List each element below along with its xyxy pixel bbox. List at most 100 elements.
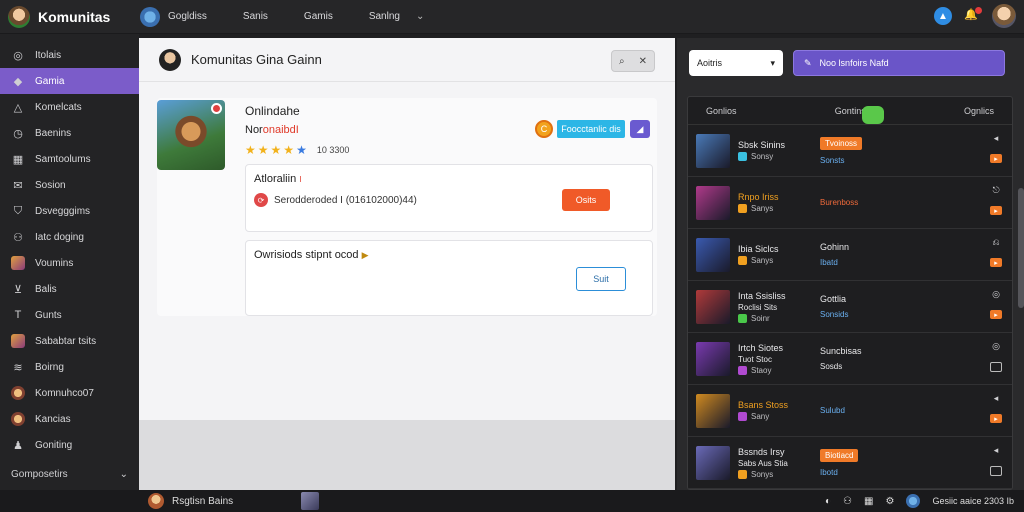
topnav-item-2[interactable]: Sanis	[243, 11, 268, 22]
brand[interactable]: Komunitas	[0, 5, 140, 28]
game-thumbnail[interactable]	[696, 237, 730, 272]
action-button[interactable]: ✎ Noo lsnfoirs Nafd	[793, 50, 1005, 76]
status-text: Burenboss	[820, 198, 859, 207]
status-badge[interactable]: Tvoinoss	[820, 136, 863, 150]
list-header-col[interactable]: Gonlios	[706, 106, 737, 116]
game-thumbnail[interactable]	[696, 393, 730, 428]
share-icon[interactable]: ◎	[992, 341, 1000, 352]
sidebar-item-8[interactable]: Voumins	[0, 250, 139, 276]
game-sub-text: Staoy	[751, 365, 772, 375]
bell-icon[interactable]: 🔔	[964, 7, 982, 24]
activity-title: Atloraliin I	[254, 173, 301, 185]
sidebar-item-6[interactable]: ⛉ Dsvegggims	[0, 198, 139, 224]
scrollbar[interactable]	[1018, 188, 1024, 308]
sidebar-item-label: Gamia	[35, 75, 65, 87]
options-button[interactable]: Suit	[576, 267, 626, 291]
sidebar-item-4[interactable]: ▦ Samtoolums	[0, 146, 139, 172]
filter-select-label: Aoitris	[697, 58, 723, 68]
game-thumbnail[interactable]	[696, 445, 730, 480]
share-icon[interactable]: ◂	[994, 133, 999, 144]
help-icon[interactable]: ◐	[825, 496, 831, 507]
game-thumbnail[interactable]	[696, 185, 730, 220]
game-name: Bsans Stoss	[738, 400, 789, 410]
share-icon[interactable]: ◎	[992, 289, 1000, 300]
window-icon[interactable]	[990, 362, 1002, 372]
topnav-item-4[interactable]: Sanlng	[369, 11, 400, 22]
play-icon[interactable]: ▸	[990, 414, 1002, 423]
list-item[interactable]: Bssnds Irsy Sabs Aus Stia Sonys Biotiacd Ibo…	[688, 437, 1012, 489]
game-thumbnail[interactable]	[696, 341, 730, 376]
list-item[interactable]: Ibia Siclcs Sanys Gohinn Ibatd ⎌ ▸	[688, 229, 1012, 281]
share-button[interactable]: ◢	[630, 120, 650, 138]
sidebar-item-2[interactable]: △ Komelcats	[0, 94, 139, 120]
activity-row: ⟳ Serodderoded I (016102000)44)	[254, 193, 417, 207]
list-item[interactable]: Sbsk Sinins Sonsy Tvoinoss Sonsts ◂ ▸	[688, 125, 1012, 177]
status-subtext: Sosds	[820, 362, 843, 371]
sidebar-item-0[interactable]: ◎ Itolais	[0, 42, 139, 68]
cta-button[interactable]: Foocctanlic dis	[557, 120, 625, 138]
play-icon[interactable]: ▸	[990, 206, 1002, 215]
list-item[interactable]: Bsans Stoss Sany Sulubd ◂ ▸	[688, 385, 1012, 437]
topnav-item-1[interactable]: Gogldiss	[168, 11, 207, 22]
settings-icon[interactable]: ⚙	[885, 496, 894, 507]
bottom-avatar[interactable]	[148, 493, 164, 509]
sidebar-footer-label: Gomposetirs	[11, 469, 68, 480]
people-icon[interactable]: ⚇	[843, 496, 852, 507]
right-panel: Aoitris ▾ ✎ Noo lsnfoirs Nafd Gonlios Go…	[677, 38, 1024, 490]
row-actions: ◂ ▸	[990, 133, 1002, 163]
sidebar-item-9[interactable]: ⊻ Balis	[0, 276, 139, 302]
sidebar-item-14[interactable]: Kancias	[0, 406, 139, 432]
sidebar-item-13[interactable]: Komnuhco07	[0, 380, 139, 406]
coin-icon[interactable]: C	[535, 120, 553, 138]
user-avatar[interactable]	[992, 4, 1016, 28]
window-icon[interactable]	[990, 466, 1002, 476]
sidebar-item-1[interactable]: ◆ Gamia	[0, 68, 139, 94]
community-avatar[interactable]	[159, 48, 181, 71]
compass-icon: ◎	[13, 49, 23, 62]
game-name-secondary: Tuot Stoc	[738, 354, 772, 364]
list-rows: Sbsk Sinins Sonsy Tvoinoss Sonsts ◂ ▸ Rnpo Iri…	[688, 125, 1012, 489]
rating-text: 10 3300	[316, 145, 350, 155]
right-toolbar: Aoitris ▾ ✎ Noo lsnfoirs Nafd	[677, 38, 1024, 88]
main-header: Komunitas Gina Gainn ⌕ ✕	[139, 38, 675, 82]
grid-icon[interactable]: ▦	[864, 496, 873, 507]
brand-name: Komunitas	[38, 8, 111, 25]
globe-icon[interactable]	[906, 494, 921, 508]
list-item[interactable]: Irtch Siotes Tuot Stoc Staoy Suncbisas Sosds…	[688, 333, 1012, 385]
top-nav: Gogldiss Sanis Gamis Sanlng ⌄	[140, 6, 424, 27]
play-icon[interactable]: ▸	[990, 258, 1002, 267]
notification-icon[interactable]: ▲	[934, 7, 952, 25]
filter-select[interactable]: Aoitris ▾	[689, 50, 783, 76]
list-item[interactable]: Rnpo Iriss Sanys Burenboss ⎋ ▸	[688, 177, 1012, 229]
topnav-item-3[interactable]: Gamis	[304, 11, 333, 22]
game-art[interactable]	[157, 100, 225, 170]
sidebar-item-7[interactable]: ⚇ Iatc doging	[0, 224, 139, 250]
share-icon[interactable]: ◂	[994, 445, 999, 456]
game-sub-text: Sonys	[751, 469, 774, 479]
sidebar-item-11[interactable]: Sababtar tsits	[0, 328, 139, 354]
sidebar-item-10[interactable]: T Gunts	[0, 302, 139, 328]
chevron-down-icon[interactable]: ⌄	[416, 11, 424, 22]
sidebar-item-3[interactable]: ◷ Baenins	[0, 120, 139, 146]
game-thumbnail[interactable]	[696, 133, 730, 168]
search-button[interactable]: ⌕ ✕	[611, 50, 655, 72]
sidebar-item-label: Samtoolums	[35, 153, 91, 165]
sidebar-footer[interactable]: Gomposetirs ⌄	[0, 469, 139, 480]
globe-icon[interactable]	[140, 6, 160, 27]
top-right-controls: ▲ 🔔	[934, 4, 1016, 28]
share-icon[interactable]: ⎋	[992, 185, 999, 196]
share-icon[interactable]: ⎌	[992, 237, 999, 248]
list-header-col[interactable]: Ognlics	[964, 106, 994, 116]
status-badge[interactable]: Biotiacd	[820, 448, 859, 462]
game-thumbnail[interactable]	[696, 289, 730, 324]
play-icon[interactable]: ▸	[990, 310, 1002, 319]
share-icon[interactable]: ◂	[994, 393, 999, 404]
bottom-thumbnail[interactable]	[301, 492, 320, 510]
activity-button[interactable]: Osits	[562, 189, 610, 211]
sidebar-item-15[interactable]: ♟ Goniting	[0, 432, 139, 458]
sidebar-item-5[interactable]: ✉ Sosion	[0, 172, 139, 198]
play-icon[interactable]: ▸	[990, 154, 1002, 163]
list-item[interactable]: Inta Ssisliss Roclisi Sits Soinr Gottlia Son…	[688, 281, 1012, 333]
sidebar-item-12[interactable]: ≋ Boirng	[0, 354, 139, 380]
game-status: Sulubd	[820, 406, 930, 415]
